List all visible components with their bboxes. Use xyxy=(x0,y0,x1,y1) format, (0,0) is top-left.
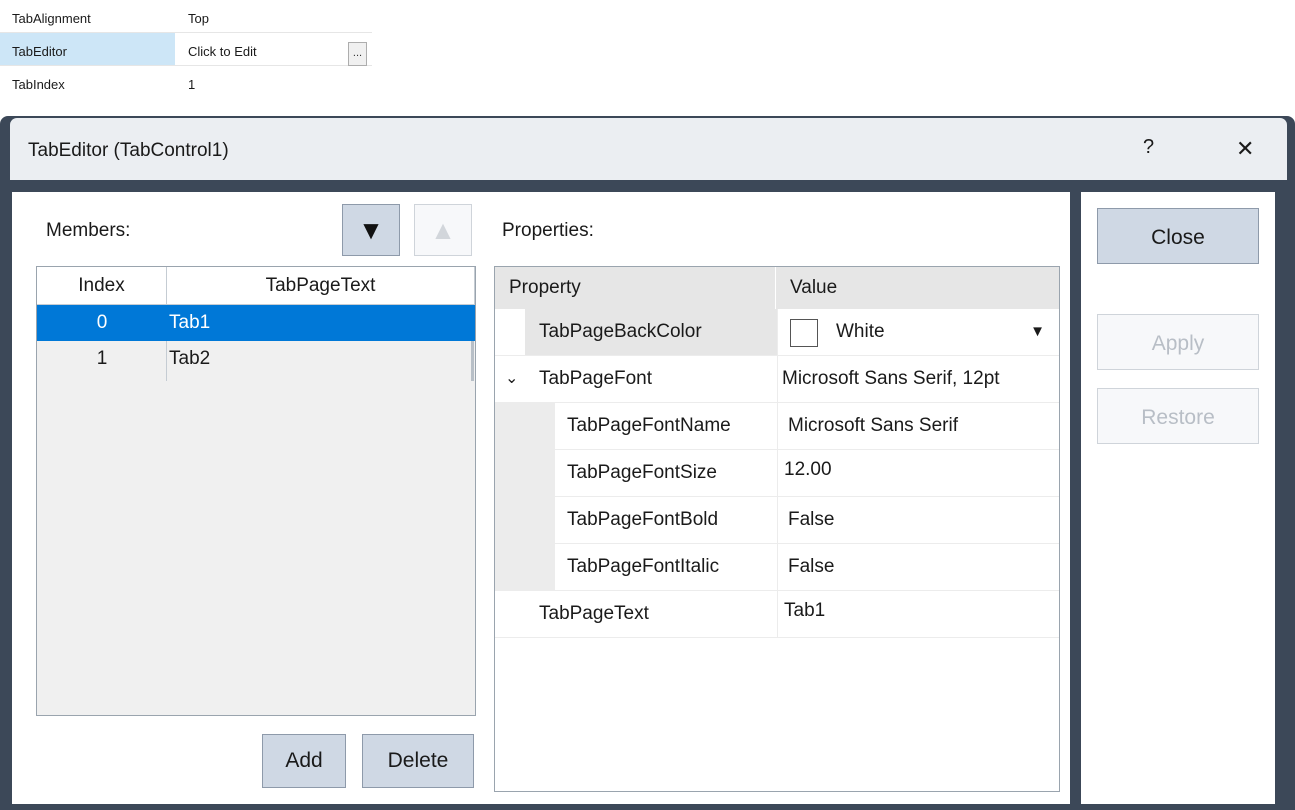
arrow-up-icon: ▲ xyxy=(430,215,456,245)
restore-button[interactable]: Restore xyxy=(1097,388,1259,444)
property-row-tabpagefont[interactable]: ⌄ TabPageFont Microsoft Sans Serif, 12pt xyxy=(495,356,1059,403)
row-gutter xyxy=(495,497,555,543)
color-value-dropdown[interactable]: White ▼ xyxy=(777,309,1059,355)
delete-button[interactable]: Delete xyxy=(362,734,474,788)
row-gutter xyxy=(495,544,555,590)
property-row-tabpagefontname[interactable]: TabPageFontName Microsoft Sans Serif xyxy=(495,403,1059,450)
property-value[interactable]: 1 xyxy=(178,66,372,98)
property-row-tabpagetext[interactable]: TabPageText Tab1 xyxy=(495,591,1059,638)
property-row-tabindex[interactable]: TabIndex 1 xyxy=(0,66,372,98)
properties-grid[interactable]: Property Value TabPageBackColor White ▼ … xyxy=(494,266,1060,792)
members-grid[interactable]: Index TabPageText 0 Tab1 1 Tab2 xyxy=(36,266,476,716)
dropdown-arrow-icon[interactable]: ▼ xyxy=(1030,309,1045,355)
collapse-chevron-icon[interactable]: ⌄ xyxy=(505,356,518,402)
move-down-button[interactable]: ▼ xyxy=(342,204,400,256)
property-name: TabPageBackColor xyxy=(525,309,777,355)
column-divider xyxy=(471,341,474,381)
property-name: TabPageText xyxy=(539,603,649,624)
actions-panel: Close Apply Restore xyxy=(1081,192,1275,804)
move-up-button[interactable]: ▲ xyxy=(414,204,472,256)
row-gutter xyxy=(495,450,555,496)
property-name: TabPageFont xyxy=(539,368,653,389)
property-name: TabPageFontName xyxy=(567,415,731,436)
apply-button[interactable]: Apply xyxy=(1097,314,1259,370)
ellipsis-button[interactable]: ... xyxy=(348,42,367,66)
row-index: 0 xyxy=(96,312,108,333)
property-value[interactable]: 12.00 xyxy=(777,450,1059,496)
property-row-tabpagefontsize[interactable]: TabPageFontSize 12.00 xyxy=(495,450,1059,497)
arrow-down-icon: ▼ xyxy=(358,215,384,245)
members-label: Members: xyxy=(46,220,131,241)
column-divider xyxy=(166,341,167,381)
color-swatch xyxy=(790,319,818,347)
title-bar[interactable]: TabEditor (TabControl1) ? ✕ xyxy=(10,118,1287,180)
row-gutter xyxy=(495,403,555,449)
property-value: White xyxy=(836,321,885,342)
row-text: Tab2 xyxy=(169,348,211,369)
property-value[interactable]: False xyxy=(777,497,1059,543)
column-header-index[interactable]: Index xyxy=(37,267,167,305)
property-value[interactable]: Microsoft Sans Serif xyxy=(777,403,1059,449)
column-header-tabpagetext[interactable]: TabPageText xyxy=(167,267,475,305)
property-grid-top: TabAlignment Top TabEditor Click to Edit… xyxy=(0,0,372,92)
table-row[interactable]: 1 Tab2 xyxy=(37,341,475,377)
members-grid-header: Index TabPageText xyxy=(37,267,475,305)
property-name: TabPageFontBold xyxy=(567,509,719,530)
dialog-title: TabEditor (TabControl1) xyxy=(28,140,229,161)
row-gutter xyxy=(495,309,525,355)
row-text: Tab1 xyxy=(169,312,211,333)
property-name: TabPageFontSize xyxy=(567,462,717,483)
property-row-tabeditor[interactable]: TabEditor Click to Edit xyxy=(0,33,372,65)
property-value[interactable]: Top xyxy=(178,0,372,32)
add-button[interactable]: Add xyxy=(262,734,346,788)
property-name: TabIndex xyxy=(12,77,65,92)
property-name: TabAlignment xyxy=(12,11,91,26)
close-icon[interactable]: ✕ xyxy=(1236,136,1254,162)
row-gutter: ⌄ xyxy=(495,356,525,402)
help-button[interactable]: ? xyxy=(1143,136,1154,159)
editor-panel: Members: ▼ ▲ Index TabPageText 0 Tab1 1 … xyxy=(12,192,1070,804)
property-value[interactable]: Microsoft Sans Serif, 12pt xyxy=(777,356,1059,402)
property-row-tabpagebackcolor[interactable]: TabPageBackColor White ▼ xyxy=(495,309,1059,356)
table-row[interactable]: 0 Tab1 xyxy=(37,305,475,341)
tab-editor-dialog: TabEditor (TabControl1) ? ✕ Members: ▼ ▲… xyxy=(0,116,1295,810)
property-row-tabalignment[interactable]: TabAlignment Top xyxy=(0,0,372,32)
property-row-tabpagefontitalic[interactable]: TabPageFontItalic False xyxy=(495,544,1059,591)
property-name: TabEditor xyxy=(0,33,175,65)
column-header-value[interactable]: Value xyxy=(776,267,1059,309)
row-gutter xyxy=(495,591,525,637)
property-name: TabPageFontItalic xyxy=(567,556,720,577)
column-header-property[interactable]: Property xyxy=(495,267,776,309)
property-value[interactable]: False xyxy=(777,544,1059,590)
property-row-tabpagefontbold[interactable]: TabPageFontBold False xyxy=(495,497,1059,544)
close-button[interactable]: Close xyxy=(1097,208,1259,264)
properties-label: Properties: xyxy=(502,220,594,241)
property-value[interactable]: Click to Edit xyxy=(178,33,372,65)
row-index: 1 xyxy=(96,348,108,369)
property-value[interactable]: Tab1 xyxy=(777,591,1059,637)
